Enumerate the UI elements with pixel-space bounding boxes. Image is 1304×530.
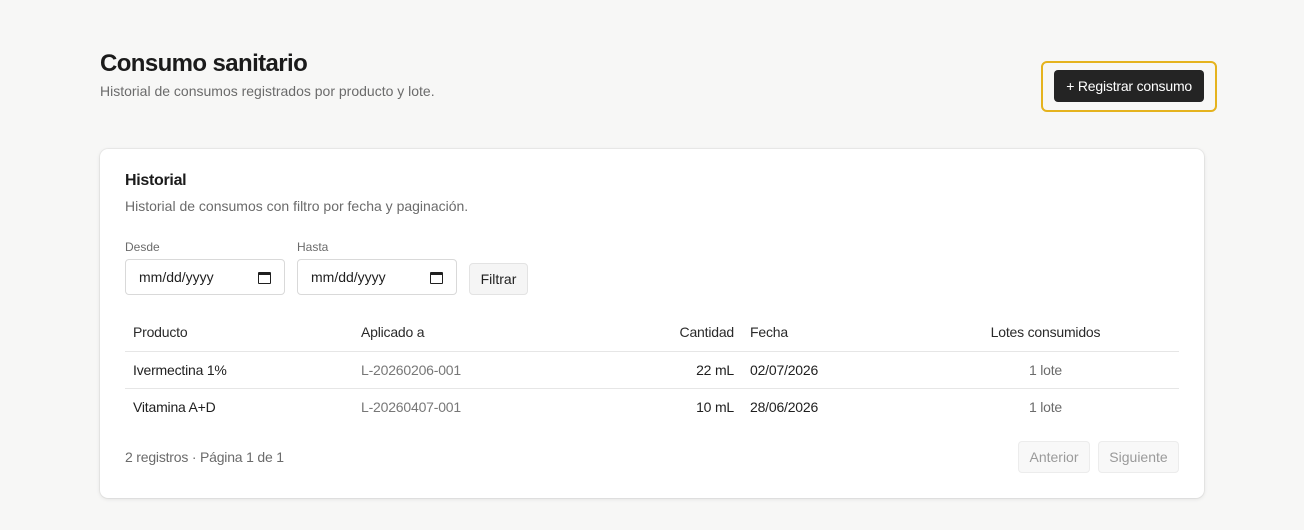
page-header: Consumo sanitario Historial de consumos … (100, 50, 1217, 112)
cell-producto: Ivermectina 1% (125, 351, 353, 389)
from-date-input[interactable]: mm/dd/yyyy (125, 259, 285, 295)
cell-cantidad: 10 mL (696, 398, 734, 415)
to-date-placeholder: mm/dd/yyyy (311, 269, 386, 285)
column-header-producto: Producto (125, 313, 353, 352)
next-page-button[interactable]: Siguiente (1098, 441, 1179, 473)
history-table: Producto Aplicado a Cantidad Fecha Lotes… (125, 313, 1179, 425)
history-card: Historial Historial de consumos con filt… (100, 149, 1204, 498)
card-title: Historial (125, 172, 187, 189)
cell-fecha: 02/07/2026 (742, 351, 912, 389)
register-button-focus-ring: + Registrar consumo (1041, 61, 1217, 112)
cell-lotes: 1 lote (912, 351, 1179, 389)
filter-button[interactable]: Filtrar (469, 263, 528, 295)
card-description: Historial de consumos con filtro por fec… (125, 198, 469, 214)
calendar-icon[interactable] (258, 271, 271, 284)
cell-cantidad: 22 mL (553, 351, 742, 389)
page-title: Consumo sanitario (100, 50, 308, 77)
cell-producto: Vitamina A+D (133, 398, 216, 415)
column-header-fecha: Fecha (742, 313, 912, 352)
from-date-placeholder: mm/dd/yyyy (139, 269, 214, 285)
table-header-row: Producto Aplicado a Cantidad Fecha Lotes… (125, 313, 1179, 352)
column-header-aplicado: Aplicado a (353, 313, 553, 352)
column-header-lotes: Lotes consumidos (912, 313, 1179, 352)
table-row: Ivermectina 1% L-20260206-001 22 mL 02/0… (125, 351, 1179, 389)
column-header-cantidad: Cantidad (553, 313, 742, 352)
cell-fecha: 28/06/2026 (750, 398, 819, 415)
register-consumption-button[interactable]: + Registrar consumo (1054, 70, 1204, 102)
previous-page-button[interactable]: Anterior (1018, 441, 1090, 473)
cell-aplicado: L-20260206-001 (353, 351, 553, 389)
pagination-info: 2 registros · Página 1 de 1 (125, 449, 284, 465)
table-row: Vitamina A+D L-20260407-001 10 mL 28/06/… (125, 388, 1179, 425)
to-date-label: Hasta (297, 240, 329, 254)
to-date-input[interactable]: mm/dd/yyyy (297, 259, 457, 295)
from-date-label: Desde (125, 240, 160, 254)
cell-lotes: 1 lote (1028, 398, 1063, 415)
page-subtitle: Historial de consumos registrados por pr… (100, 83, 435, 99)
cell-aplicado: L-20260407-001 (361, 398, 461, 415)
calendar-icon[interactable] (430, 271, 443, 284)
